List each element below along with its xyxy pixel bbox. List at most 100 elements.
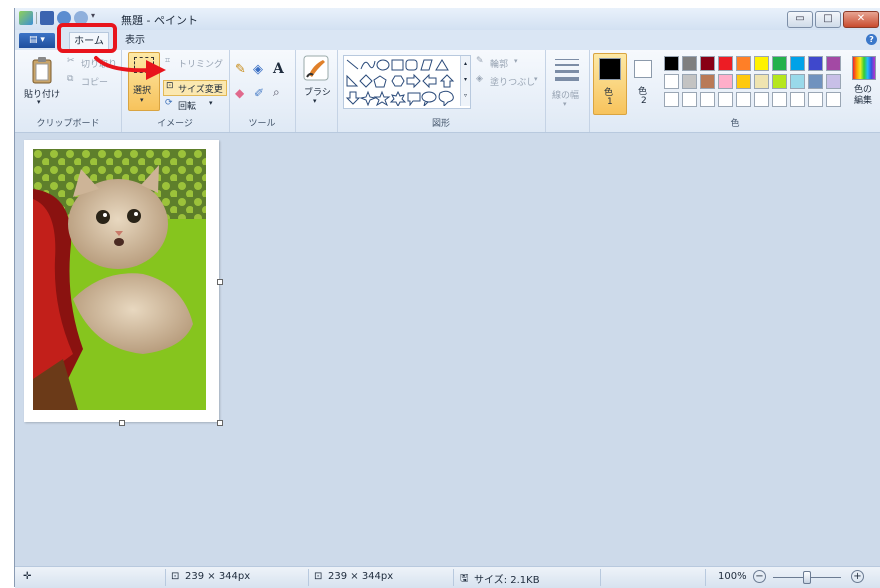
select-button[interactable]: 選択 ▾: [128, 52, 160, 111]
palette-swatch[interactable]: [790, 56, 805, 71]
palette-swatch-empty[interactable]: [772, 92, 787, 107]
fill-bucket-icon[interactable]: ◈: [253, 62, 263, 77]
palette-swatch[interactable]: [718, 56, 733, 71]
palette-swatch[interactable]: [736, 74, 751, 89]
palette-swatch[interactable]: [718, 74, 733, 89]
shapes-group-label: 図形: [431, 119, 450, 129]
palette-swatch-empty[interactable]: [790, 92, 805, 107]
tab-view[interactable]: 表示: [115, 32, 155, 49]
copy-icon: ⧉: [67, 74, 74, 84]
palette-swatch-empty[interactable]: [808, 92, 823, 107]
resize-handle-right[interactable]: [217, 279, 223, 285]
fill-dropdown-icon: ▾: [534, 75, 538, 83]
palette-swatch[interactable]: [772, 74, 787, 89]
palette-swatch-empty[interactable]: [700, 92, 715, 107]
canvas[interactable]: [24, 140, 223, 426]
rainbow-icon: [852, 56, 876, 80]
palette-swatch[interactable]: [754, 74, 769, 89]
pencil-icon[interactable]: ✎: [235, 62, 246, 77]
rotate-label: 回転: [178, 102, 197, 112]
paste-button[interactable]: 貼り付け ▾: [23, 54, 61, 110]
color-picker-icon[interactable]: ✐: [254, 86, 264, 100]
canvas-area[interactable]: [15, 133, 880, 566]
resize-button[interactable]: ⊡ サイズ変更: [163, 80, 227, 96]
status-bar: ✛ ⊡ 239 × 344px ⊡ 239 × 344px 🖫 サイズ: 2.1…: [15, 566, 880, 588]
palette-swatch[interactable]: [682, 56, 697, 71]
crop-button[interactable]: ⌗ トリミング: [163, 56, 225, 70]
paint-app-icon: [19, 11, 33, 25]
colors-group: 色 1 色 2 色の編集 色: [589, 50, 880, 132]
palette-swatch-empty[interactable]: [664, 92, 679, 107]
fill-icon: ◈: [476, 74, 483, 84]
palette-swatch-empty[interactable]: [826, 92, 841, 107]
brushes-button[interactable]: ブラシ ▾: [299, 53, 333, 113]
palette-swatch[interactable]: [772, 56, 787, 71]
resize-handle-bottom[interactable]: [119, 420, 125, 426]
cat-photo: [33, 149, 206, 410]
cat-photo-image: [33, 149, 206, 410]
palette-swatch[interactable]: [808, 56, 823, 71]
palette-swatch-empty[interactable]: [718, 92, 733, 107]
brushes-dropdown-icon: ▾: [313, 97, 317, 105]
color1-button[interactable]: 色 1: [593, 53, 627, 115]
cursor-position-icon: ✛: [23, 571, 32, 582]
color2-number: 2: [641, 96, 647, 106]
color2-button[interactable]: 色 2: [629, 53, 659, 113]
outline-dropdown-icon: ▾: [514, 57, 518, 65]
magnifier-icon[interactable]: ⌕: [273, 85, 280, 100]
fill-button[interactable]: ◈ 塗りつぶし ▾: [474, 74, 540, 88]
zoom-slider-thumb[interactable]: [803, 571, 811, 584]
zoom-level: 100%: [718, 571, 747, 582]
selection-size: 239 × 344px: [185, 571, 251, 582]
outline-icon: ✎: [476, 56, 484, 66]
paste-label: 貼り付け: [24, 90, 61, 100]
edit-colors-label: 色の編集: [853, 85, 872, 106]
palette-swatch[interactable]: [790, 74, 805, 89]
close-button[interactable]: ✕: [843, 11, 879, 28]
shapes-gallery[interactable]: ▴ ▾ ▿: [343, 55, 471, 109]
save-icon[interactable]: [40, 11, 54, 25]
outline-button[interactable]: ✎ 輪郭 ▾: [474, 56, 540, 70]
palette-swatch[interactable]: [736, 56, 751, 71]
annotation-highlight-box: [57, 23, 117, 53]
zoom-in-button[interactable]: +: [851, 570, 864, 583]
ribbon: 貼り付け ▾ ✂ 切り取り ⧉ コピー クリップボード 選択 ▾ ⌗ トリミング: [15, 50, 880, 133]
palette-swatch[interactable]: [700, 56, 715, 71]
palette-swatch[interactable]: [664, 56, 679, 71]
palette-swatch[interactable]: [826, 56, 841, 71]
line-width-icon: [555, 58, 579, 81]
size-dropdown-icon: ▾: [563, 100, 567, 108]
palette-swatch-empty[interactable]: [754, 92, 769, 107]
eraser-icon[interactable]: ◆: [235, 86, 244, 100]
scissors-icon: ✂: [67, 56, 75, 66]
rotate-dropdown-icon: ▾: [209, 99, 213, 107]
palette-swatch[interactable]: [808, 74, 823, 89]
crop-icon: ⌗: [165, 56, 171, 66]
palette-swatch[interactable]: [682, 74, 697, 89]
palette-swatch[interactable]: [700, 74, 715, 89]
paint-window: ▾ 無題 - ペイント ▭ □ ✕ ▤ ▾ ホーム 表示 ? 貼り付け ▾ ✂ …: [14, 8, 880, 588]
select-dropdown-icon: ▾: [140, 96, 144, 104]
palette-swatch[interactable]: [754, 56, 769, 71]
shapes-scroll[interactable]: ▴ ▾ ▿: [460, 56, 470, 106]
cut-button[interactable]: ✂ 切り取り: [65, 56, 117, 70]
fill-label: 塗りつぶし: [490, 78, 536, 88]
zoom-out-button[interactable]: −: [753, 570, 766, 583]
palette-swatch-empty[interactable]: [682, 92, 697, 107]
minimize-button[interactable]: ▭: [787, 11, 813, 28]
maximize-button[interactable]: □: [815, 11, 841, 28]
size-button[interactable]: 線の幅 ▾: [549, 54, 585, 114]
file-size: サイズ: 2.1KB: [474, 575, 540, 586]
copy-button[interactable]: ⧉ コピー: [65, 74, 117, 88]
palette-swatch[interactable]: [664, 74, 679, 89]
paint-menu-button[interactable]: ▤ ▾: [19, 33, 55, 48]
help-icon[interactable]: ?: [866, 34, 877, 45]
brush-icon: [303, 55, 329, 81]
text-tool-icon[interactable]: A: [273, 61, 284, 77]
palette-swatch[interactable]: [826, 74, 841, 89]
rotate-button[interactable]: ⟳ 回転 ▾: [163, 98, 225, 112]
shapes-group: ▴ ▾ ▿ ✎ 輪郭 ▾ ◈ 塗りつぶし ▾ 図形: [337, 50, 546, 132]
resize-handle-corner[interactable]: [217, 420, 223, 426]
edit-colors-button[interactable]: 色の編集: [846, 54, 878, 114]
palette-swatch-empty[interactable]: [736, 92, 751, 107]
